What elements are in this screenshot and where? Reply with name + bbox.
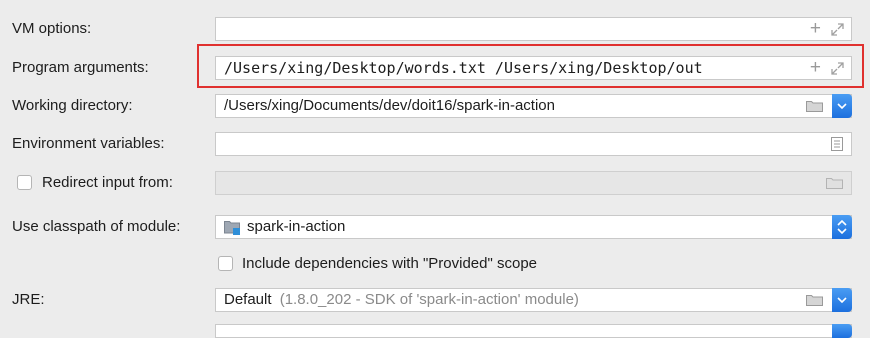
- redirect-input-field[interactable]: [215, 171, 852, 195]
- working-directory-field[interactable]: /Users/xing/Documents/dev/doit16/spark-i…: [215, 94, 852, 118]
- folder-icon[interactable]: [806, 101, 823, 112]
- classpath-module-value: spark-in-action: [247, 218, 346, 235]
- jre-label: JRE:: [12, 291, 45, 308]
- environment-variables-field[interactable]: [215, 132, 852, 156]
- chevron-down-icon: [837, 297, 847, 303]
- next-row-field[interactable]: [215, 324, 852, 338]
- include-provided-label: Include dependencies with "Provided" sco…: [242, 255, 538, 272]
- working-directory-label: Working directory:: [12, 97, 133, 114]
- dropdown-button[interactable]: [832, 288, 852, 312]
- jre-field[interactable]: Default (1.8.0_202 - SDK of 'spark-in-ac…: [215, 288, 852, 312]
- classpath-module-select[interactable]: spark-in-action: [215, 215, 852, 239]
- document-icon[interactable]: [831, 137, 843, 151]
- highlight-box: [197, 44, 864, 88]
- select-stepper[interactable]: [832, 215, 852, 239]
- chevron-down-icon: [837, 103, 847, 109]
- folder-icon[interactable]: [806, 295, 823, 306]
- program-arguments-label: Program arguments:: [12, 59, 149, 76]
- expand-icon[interactable]: [831, 23, 844, 36]
- jre-detail: (1.8.0_202 - SDK of 'spark-in-action' mo…: [279, 291, 579, 308]
- redirect-input-label: Redirect input from:: [42, 174, 173, 191]
- dropdown-button[interactable]: [832, 94, 852, 118]
- module-folder-icon: [224, 221, 240, 235]
- classpath-module-label: Use classpath of module:: [12, 218, 181, 235]
- jre-value: Default: [224, 291, 272, 308]
- select-stepper[interactable]: [832, 324, 852, 338]
- chevron-updown-icon: [837, 219, 847, 235]
- folder-icon[interactable]: [826, 178, 843, 189]
- vm-options-label: VM options:: [12, 20, 92, 37]
- plus-icon[interactable]: +: [810, 18, 821, 40]
- vm-options-field[interactable]: +: [215, 17, 852, 41]
- include-provided-checkbox[interactable]: [218, 256, 233, 271]
- environment-variables-label: Environment variables:: [12, 135, 165, 152]
- working-directory-value: /Users/xing/Documents/dev/doit16/spark-i…: [224, 97, 555, 114]
- redirect-input-checkbox[interactable]: [17, 175, 32, 190]
